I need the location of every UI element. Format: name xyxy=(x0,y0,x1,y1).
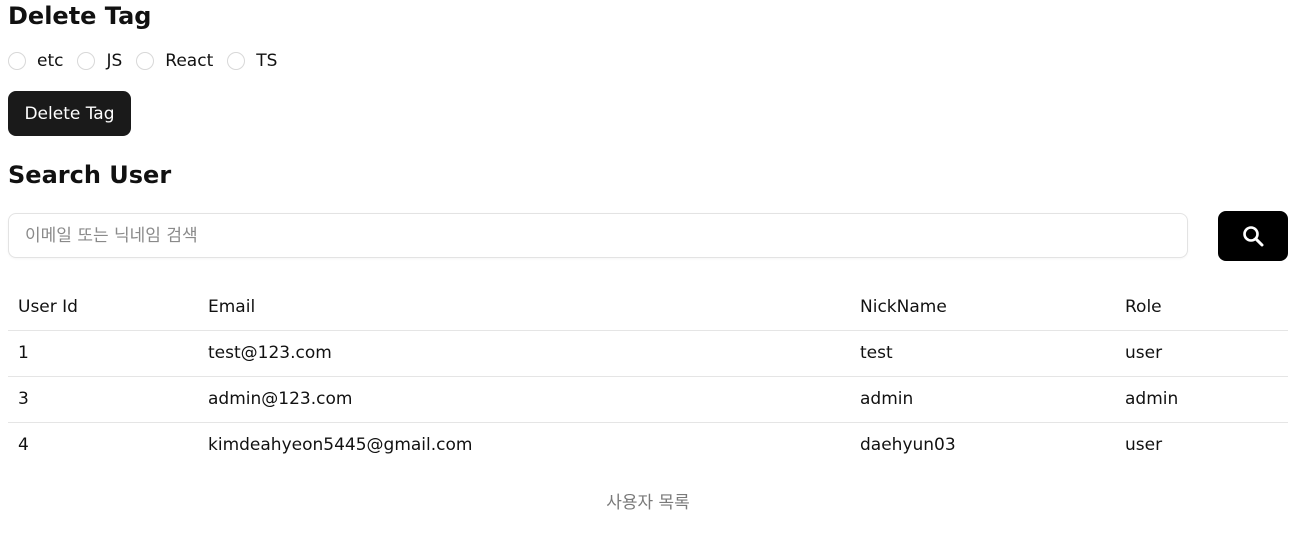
search-button[interactable] xyxy=(1218,211,1288,261)
cell-role: admin xyxy=(1125,389,1179,409)
tag-radio-group: etc JS React TS xyxy=(8,50,291,72)
tag-label: JS xyxy=(106,51,123,71)
radio-button[interactable] xyxy=(8,52,26,70)
tag-option-js[interactable]: JS xyxy=(77,51,122,71)
cell-role: user xyxy=(1125,343,1163,363)
tag-option-etc[interactable]: etc xyxy=(8,51,63,71)
header-user-id: User Id xyxy=(18,296,78,317)
tag-label: TS xyxy=(256,51,278,71)
delete-tag-title: Delete Tag xyxy=(8,2,152,30)
cell-email: admin@123.com xyxy=(208,389,353,409)
radio-button[interactable] xyxy=(136,52,155,70)
search-user-title: Search User xyxy=(8,161,172,189)
cell-nickname: daehyun03 xyxy=(860,435,956,456)
search-input[interactable] xyxy=(8,213,1188,258)
tag-option-ts[interactable]: TS xyxy=(227,51,277,71)
search-icon xyxy=(1243,226,1264,247)
table-row[interactable]: 4 kimdeahyeon5445@gmail.com daehyun03 us… xyxy=(8,422,1288,468)
cell-user-id: 4 xyxy=(18,435,29,456)
cell-nickname: admin xyxy=(860,389,914,409)
radio-button[interactable] xyxy=(77,52,96,70)
table-caption: 사용자 목록 xyxy=(606,493,690,513)
cell-user-id: 3 xyxy=(18,389,29,409)
cell-email: test@123.com xyxy=(208,343,332,363)
tag-label: React xyxy=(165,51,214,71)
delete-tag-button[interactable]: Delete Tag xyxy=(8,91,131,136)
header-nickname: NickName xyxy=(860,296,947,317)
header-role: Role xyxy=(1125,296,1162,317)
header-email: Email xyxy=(208,296,256,317)
cell-role: user xyxy=(1125,435,1163,456)
table-header-row: User Id Email NickName Role xyxy=(8,284,1288,330)
cell-nickname: test xyxy=(860,343,893,363)
table-row[interactable]: 1 test@123.com test user xyxy=(8,330,1288,376)
tag-option-react[interactable]: React xyxy=(136,51,213,71)
table-row[interactable]: 3 admin@123.com admin admin xyxy=(8,376,1288,422)
cell-user-id: 1 xyxy=(18,343,29,363)
tag-label: etc xyxy=(37,51,64,71)
user-table: User Id Email NickName Role 1 test@123.c… xyxy=(8,284,1288,468)
cell-email: kimdeahyeon5445@gmail.com xyxy=(208,435,473,456)
radio-button[interactable] xyxy=(227,52,246,70)
